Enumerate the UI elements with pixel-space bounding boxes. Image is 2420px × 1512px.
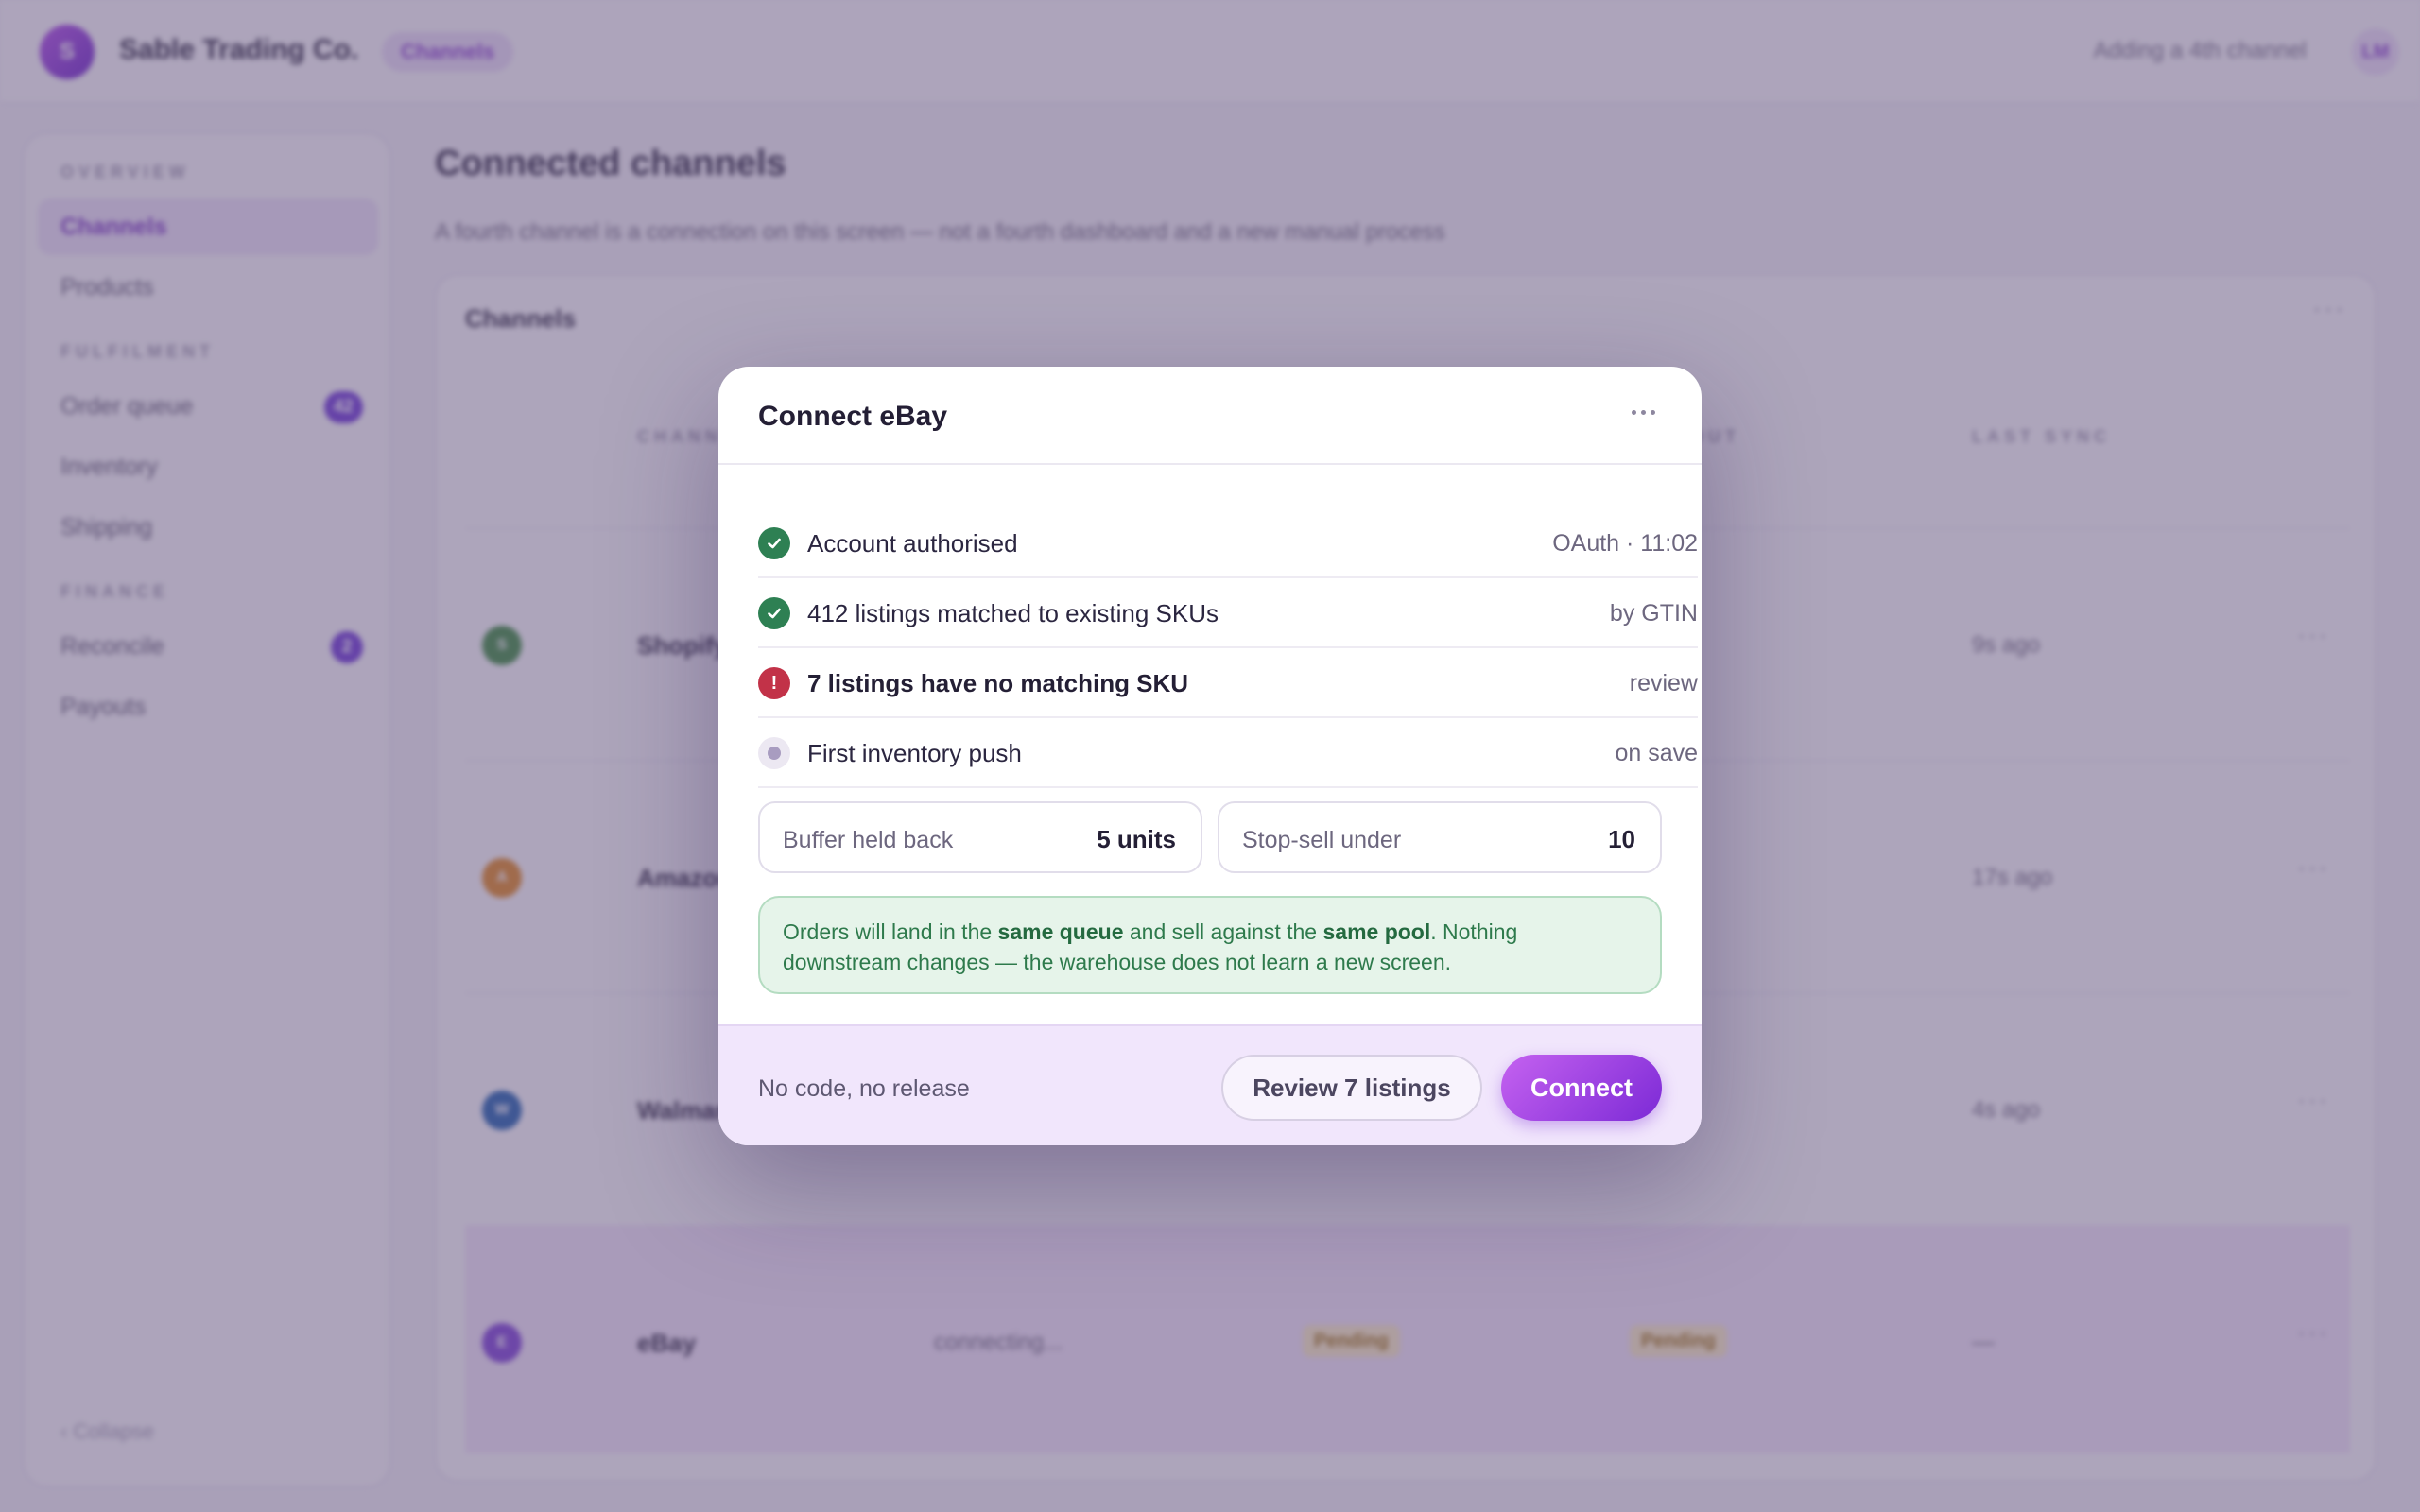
check-item-unmatched[interactable]: ! 7 listings have no matching SKU review: [758, 648, 1698, 718]
stop-sell-field[interactable]: Stop-sell under 10: [1218, 801, 1662, 873]
field-label: Stop-sell under: [1242, 827, 1402, 853]
check-item-matched: 412 listings matched to existing SKUs by…: [758, 578, 1698, 648]
note-text: Orders will land in the: [783, 919, 998, 944]
note-emphasis: same queue: [997, 919, 1124, 944]
check-item-authorised: Account authorised OAuth · 11:02: [758, 508, 1698, 578]
check-meta: OAuth · 11:02: [1552, 530, 1698, 557]
stop-sell-value[interactable]: 10: [1608, 825, 1635, 854]
info-note: Orders will land in the same queue and s…: [758, 896, 1662, 994]
field-label: Buffer held back: [783, 827, 954, 853]
check-label: 412 listings matched to existing SKUs: [807, 599, 1219, 627]
more-options-icon[interactable]: [1624, 393, 1662, 431]
check-circle-icon: [758, 597, 790, 629]
review-link[interactable]: review: [1630, 670, 1698, 697]
check-label: Account authorised: [807, 529, 1018, 558]
check-item-inventory-push: First inventory push on save: [758, 718, 1698, 788]
note-emphasis: same pool: [1322, 919, 1431, 944]
check-meta: by GTIN: [1609, 600, 1698, 627]
dialog-header: Connect eBay: [718, 367, 1702, 465]
check-label: First inventory push: [807, 739, 1022, 767]
connect-button[interactable]: Connect: [1501, 1055, 1662, 1121]
check-label: 7 listings have no matching SKU: [807, 669, 1189, 697]
connect-ebay-dialog: Connect eBay Account authorised OAuth · …: [718, 367, 1702, 1145]
dialog-footer: No code, no release Review 7 listings Co…: [718, 1024, 1702, 1145]
review-listings-button[interactable]: Review 7 listings: [1221, 1055, 1482, 1121]
buffer-value[interactable]: 5 units: [1097, 825, 1176, 854]
note-text: and sell against the: [1123, 919, 1323, 944]
alert-circle-icon: !: [758, 667, 790, 699]
check-circle-icon: [758, 527, 790, 559]
dialog-title: Connect eBay: [758, 401, 948, 432]
check-meta: on save: [1615, 740, 1698, 766]
buffer-field[interactable]: Buffer held back 5 units: [758, 801, 1202, 873]
pending-dot-icon: [758, 737, 790, 769]
footer-note: No code, no release: [758, 1075, 970, 1102]
